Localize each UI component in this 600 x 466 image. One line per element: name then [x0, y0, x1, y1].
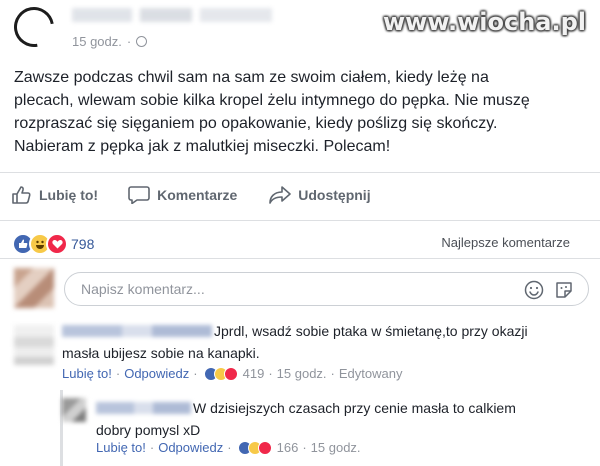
- love-reaction-icon: [257, 440, 272, 455]
- reaction-count: 798: [71, 236, 95, 252]
- comment-sort-dropdown[interactable]: Najlepsze komentarze: [441, 235, 570, 250]
- like-label: Lubię to!: [39, 187, 99, 203]
- post-author-avatar[interactable]: [6, 0, 62, 55]
- comment-button[interactable]: Komentarze: [128, 186, 237, 204]
- reply-text-line: W dzisiejszych czasach przy cenie masła …: [193, 400, 516, 416]
- current-user-avatar: [14, 268, 54, 308]
- comment-text: Jprdl, wsadź sobie ptaka w śmietanę,to p…: [62, 320, 582, 364]
- share-label: Udostępnij: [298, 187, 371, 203]
- share-arrow-icon: [269, 186, 292, 204]
- post-text: Zawsze podczas chwil sam na sam ze swoim…: [14, 66, 584, 158]
- comment-reply-link[interactable]: Odpowiedz: [124, 366, 189, 381]
- comment-reactions[interactable]: [203, 366, 238, 381]
- love-reaction-icon: [223, 366, 238, 381]
- love-reaction-icon: [46, 233, 68, 255]
- divider: [0, 258, 600, 259]
- reply-like-link[interactable]: Lubię to!: [96, 440, 146, 455]
- reactions-summary[interactable]: 798: [12, 233, 94, 255]
- post-author-name-blurred[interactable]: [72, 8, 272, 22]
- reply-text: W dzisiejszych czasach przy cenie masła …: [96, 397, 566, 441]
- divider: [0, 172, 600, 173]
- comment-time[interactable]: 15 godz.: [277, 366, 327, 381]
- commenter-avatar[interactable]: [14, 325, 54, 365]
- comment-label: Komentarze: [157, 187, 238, 203]
- post-timestamp[interactable]: 15 godz.: [72, 34, 122, 49]
- reply-avatar[interactable]: [62, 398, 86, 422]
- reply-time[interactable]: 15 godz.: [311, 440, 361, 455]
- reply-text-line: dobry pomysl xD: [96, 422, 201, 438]
- sticker-icon[interactable]: [554, 280, 574, 305]
- comment-composer[interactable]: [64, 272, 589, 306]
- post-text-line: rozpraszać się sięganiem po opakowanie, …: [14, 115, 498, 132]
- divider: [0, 220, 600, 221]
- post-text-line: Zawsze podczas chwil sam na sam ze swoim…: [14, 69, 489, 86]
- comment-text-line: Jprdl, wsadź sobie ptaka w śmietanę,to p…: [214, 323, 528, 339]
- reply-reaction-count: 166: [276, 440, 299, 455]
- speech-bubble-icon: [128, 186, 150, 204]
- comment-like-link[interactable]: Lubię to!: [62, 366, 112, 381]
- globe-icon: [136, 36, 148, 47]
- post-meta: 15 godz. ·: [72, 34, 148, 49]
- post-text-line: Nabieram z pępka jak z malutkiej miseczk…: [14, 138, 391, 155]
- post-action-bar: Lubię to! Komentarze Udostępnij: [12, 180, 371, 210]
- comment-reaction-count: 419: [242, 366, 265, 381]
- reply-reply-link[interactable]: Odpowiedz: [158, 440, 223, 455]
- watermark: www.wiocha.pl: [382, 8, 586, 36]
- comment-edited-label[interactable]: Edytowany: [339, 366, 403, 381]
- like-button[interactable]: Lubię to!: [12, 186, 98, 204]
- thumbs-up-icon: [12, 186, 31, 204]
- comment-meta: Lubię to! · Odpowiedz · 419 · 15 godz. ·…: [62, 366, 403, 381]
- emoji-icon[interactable]: [524, 280, 544, 305]
- comment-text-line: masła ubijesz sobie na kanapki.: [62, 345, 260, 361]
- share-button[interactable]: Udostępnij: [269, 186, 371, 204]
- post-text-line: plecach, wlewam sobie kilka kropel żelu …: [14, 92, 530, 109]
- reply-meta: Lubię to! · Odpowiedz · 166 · 15 godz.: [96, 440, 361, 455]
- comment-input[interactable]: [79, 280, 503, 298]
- reply-reactions[interactable]: [237, 440, 272, 455]
